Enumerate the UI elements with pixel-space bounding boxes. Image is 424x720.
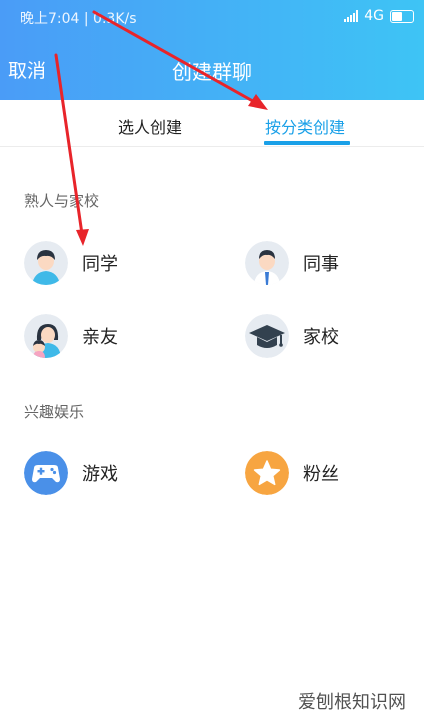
section-title-acquaintances: 熟人与家校 — [24, 192, 100, 210]
category-item-home-school[interactable]: 家校 — [245, 314, 339, 358]
category-item-classmates[interactable]: 同学 — [24, 241, 118, 285]
watermark: 爱刨根知识网 — [298, 692, 406, 713]
signal-icon — [344, 10, 359, 22]
category-item-games[interactable]: 游戏 — [24, 451, 118, 495]
battery-icon — [390, 9, 414, 23]
header-bar: 晚上7:04 | 0.3K/s 4G 取消 创建群聊 — [0, 0, 424, 100]
status-icons: 4G — [344, 8, 414, 24]
category-label: 亲友 — [82, 327, 118, 348]
section-title-interests: 兴趣娱乐 — [24, 403, 85, 421]
category-label: 同事 — [303, 254, 339, 275]
category-label: 同学 — [82, 254, 118, 275]
colleague-avatar-icon — [245, 241, 289, 285]
category-item-colleagues[interactable]: 同事 — [245, 241, 339, 285]
category-item-relatives[interactable]: 亲友 — [24, 314, 118, 358]
status-bar: 晚上7:04 | 0.3K/s 4G — [0, 0, 424, 34]
category-label: 粉丝 — [303, 464, 339, 485]
relatives-avatar-icon — [24, 314, 68, 358]
active-tab-indicator — [264, 141, 350, 145]
classmate-avatar-icon — [24, 241, 68, 285]
category-item-fans[interactable]: 粉丝 — [245, 451, 339, 495]
tab-select-people[interactable]: 选人创建 — [118, 114, 182, 138]
tab-by-category[interactable]: 按分类创建 — [265, 114, 345, 138]
category-label: 家校 — [303, 327, 339, 348]
graduation-cap-icon — [245, 314, 289, 358]
page-title: 创建群聊 — [172, 60, 252, 84]
gamepad-icon — [24, 451, 68, 495]
tab-bar: 选人创建 按分类创建 — [0, 100, 424, 147]
network-type: 4G — [364, 8, 384, 24]
status-time: 晚上7:04 | 0.3K/s — [20, 11, 137, 27]
category-label: 游戏 — [82, 464, 118, 485]
star-icon — [245, 451, 289, 495]
